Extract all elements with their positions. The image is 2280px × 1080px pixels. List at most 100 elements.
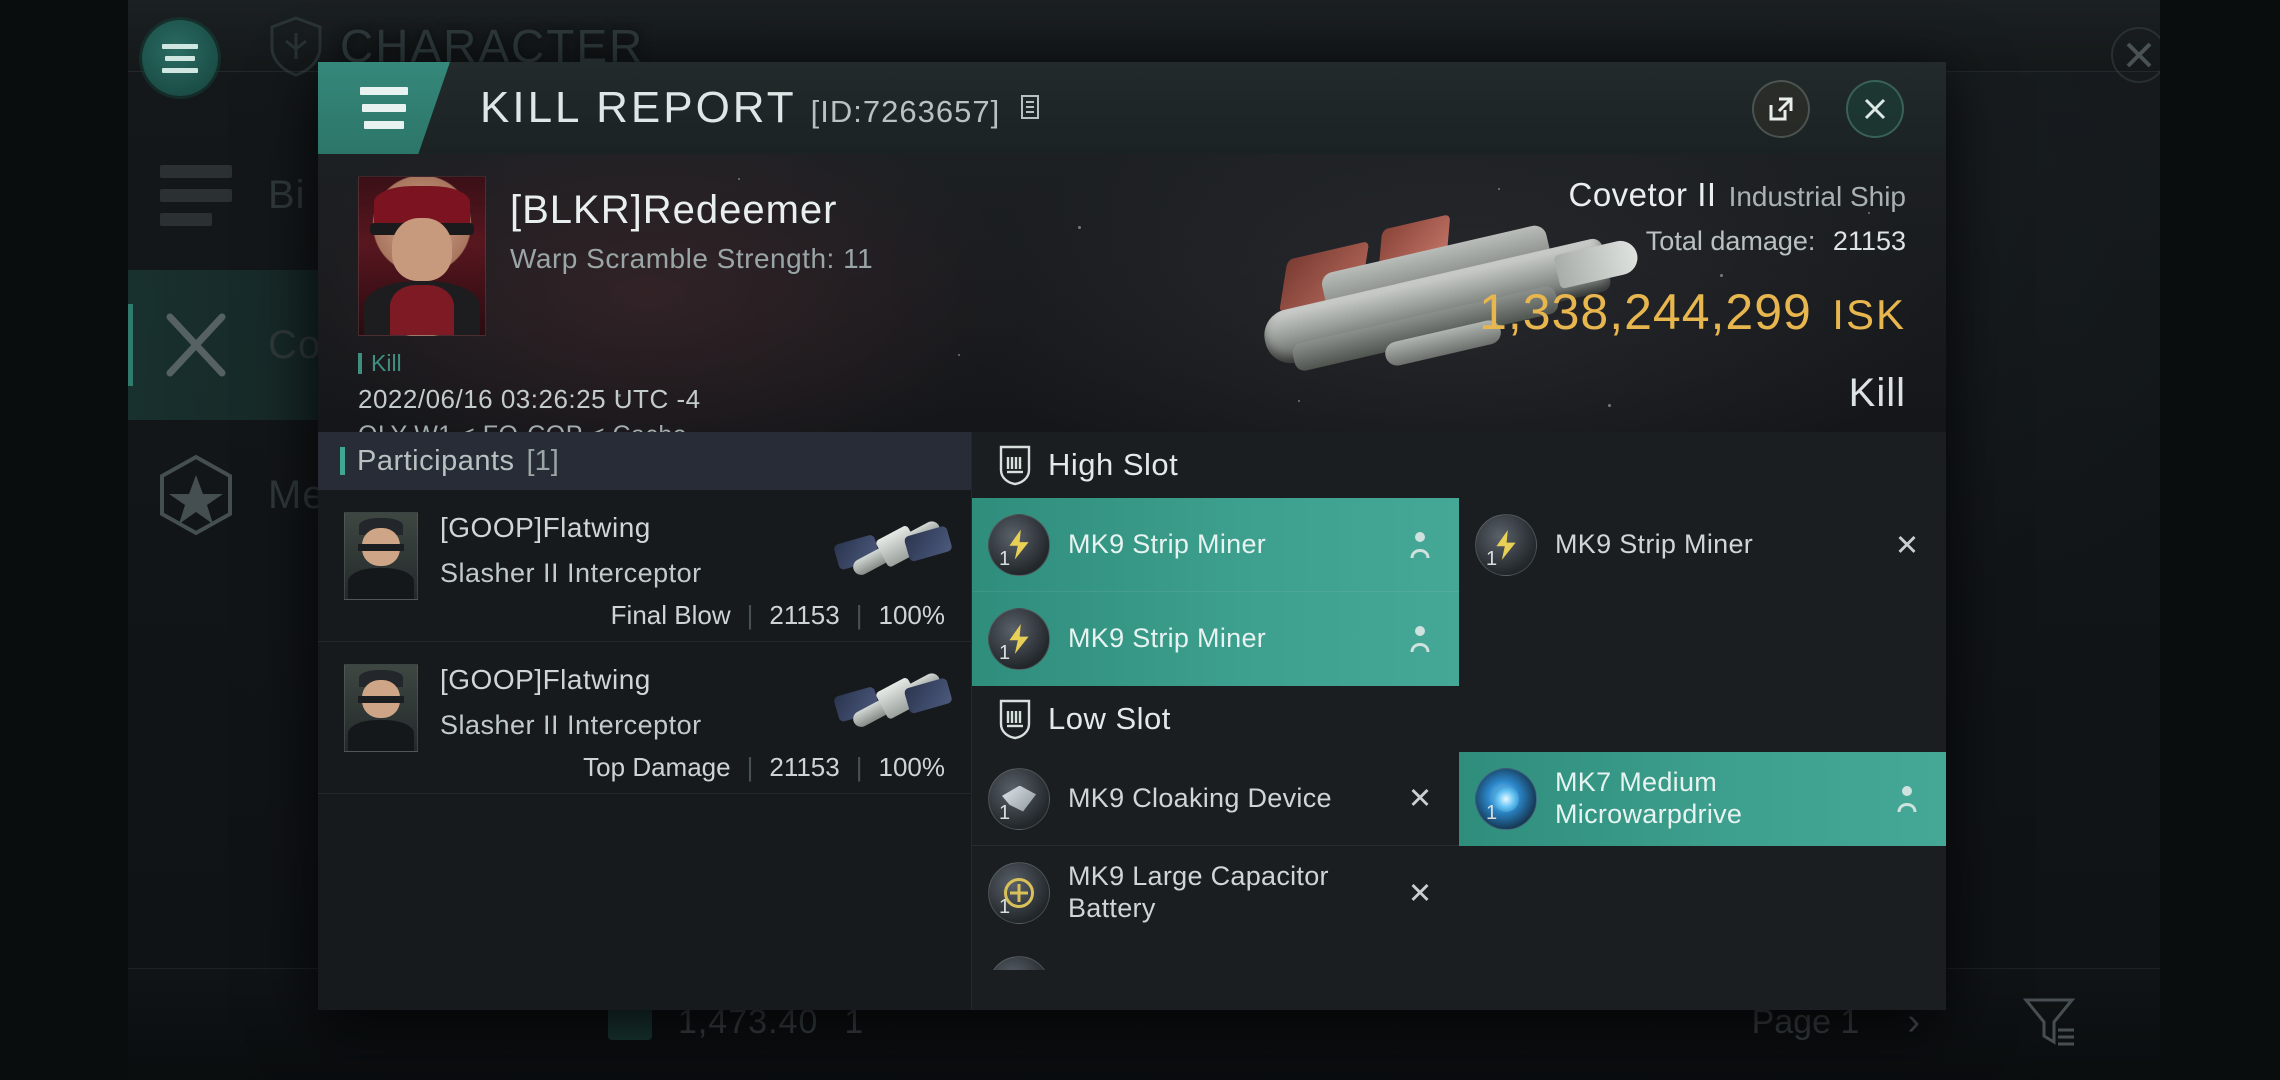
module-icon (988, 956, 1050, 970)
item-name: MK7 Medium Microwarpdrive (1555, 767, 1743, 829)
victim-banner: [BLKR]Redeemer Warp Scramble Strength: 1… (318, 154, 1946, 432)
app-root: CHARACTER Bi Co Me 1,473.40 1 Page 1 › K… (0, 0, 2280, 1080)
low-slot-title: Low Slot (1048, 701, 1171, 736)
kill-tag: Kill (358, 350, 701, 377)
person-icon (1403, 531, 1437, 559)
fitting-item[interactable]: 1 MK9 Large Capacitor Battery ✕ (972, 846, 1459, 940)
kill-timestamp: 2022/06/16 03:26:25 UTC -4 (358, 384, 701, 414)
victim-portrait (358, 176, 486, 336)
fitting-item[interactable]: 1 MK9 Strip Miner ✕ (1459, 498, 1946, 592)
modal-title-group: KILL REPORT [ID:7263657] (480, 83, 1042, 133)
microwarpdrive-icon: 1 (1475, 768, 1537, 830)
sidebar-item-label: Co (268, 322, 322, 367)
item-name: MK9 Strip Miner (1555, 529, 1754, 560)
stat-separator: | (855, 600, 863, 630)
background-right-gutter (2160, 0, 2280, 1080)
star-hexagon-icon (154, 453, 238, 537)
capacitor-battery-icon: 1 (988, 862, 1050, 924)
strip-miner-icon: 1 (1475, 514, 1537, 576)
isk-value: 1,338,244,299 (1479, 284, 1812, 340)
item-quantity: 1 (999, 896, 1011, 918)
victim-identity: [BLKR]Redeemer Warp Scramble Strength: 1… (358, 176, 873, 336)
overflow-left-column (972, 940, 1459, 970)
high-slot-title: High Slot (1048, 447, 1179, 482)
high-slot-right-column: 1 MK9 Strip Miner ✕ (1459, 498, 1946, 686)
modal-menu-button[interactable] (318, 62, 450, 154)
fitting-overflow-row (972, 940, 1946, 970)
fitting-panel: High Slot 1 MK9 Strip Miner 1 MK9 Strip … (972, 432, 1946, 1010)
stat-separator: | (855, 752, 863, 782)
cloaking-device-icon: 1 (988, 767, 1050, 830)
modal-header-actions (1752, 80, 1904, 138)
low-slot-header: Low Slot (972, 686, 1946, 752)
x-icon: ✕ (1894, 529, 1920, 562)
kill-report-id: [ID:7263657] (810, 94, 1001, 129)
participant-stats: Final Blow | 21153 | 100% (611, 600, 945, 631)
participant-percent: 100% (878, 600, 946, 630)
fitting-item-partial[interactable] (972, 940, 1459, 970)
strip-miner-icon: 1 (988, 608, 1050, 670)
person-icon (1890, 785, 1924, 813)
background-left-gutter (0, 0, 128, 1080)
high-slot-header: High Slot (972, 432, 1946, 498)
participant-damage: 21153 (769, 600, 840, 630)
high-slot-grid: 1 MK9 Strip Miner 1 MK9 Strip Miner 1 MK… (972, 498, 1946, 686)
table-row[interactable]: [GOOP]Flatwing Slasher II Interceptor Fi… (318, 490, 971, 642)
external-link-button[interactable] (1752, 80, 1810, 138)
victim-meta: Kill 2022/06/16 03:26:25 UTC -4 OLY-W1 <… (358, 350, 701, 432)
participants-title: Participants (357, 444, 515, 477)
sidebar-item-label: Me (268, 472, 326, 517)
low-slot-grid: 1 MK9 Cloaking Device ✕ 1 MK9 Large Capa… (972, 752, 1946, 940)
item-quantity: 1 (999, 642, 1011, 664)
item-name: MK9 Large Capacitor Battery (1068, 861, 1329, 923)
slot-badge-icon (998, 444, 1032, 486)
slot-badge-icon (998, 698, 1032, 740)
participants-panel: Participants [1] [GOOP]Flatwing Slasher … (318, 432, 972, 1010)
victim-ship-name: Covetor II (1568, 176, 1717, 213)
overflow-right-column (1459, 940, 1946, 970)
modal-header: KILL REPORT [ID:7263657] (318, 62, 1946, 154)
stat-separator: | (746, 600, 754, 630)
copy-icon[interactable] (1016, 92, 1042, 122)
fitting-item[interactable]: 1 MK9 Strip Miner (972, 592, 1459, 686)
item-name: MK9 Strip Miner (1068, 528, 1267, 559)
participant-percent: 100% (878, 752, 946, 782)
modal-title: KILL REPORT (480, 83, 797, 132)
fitting-item[interactable]: 1 MK9 Cloaking Device ✕ (972, 752, 1459, 846)
x-icon: ✕ (1407, 877, 1433, 910)
total-damage-value: 21153 (1832, 226, 1906, 256)
victim-ship-class: Industrial Ship (1728, 181, 1906, 212)
participant-damage: 21153 (769, 752, 840, 782)
item-quantity: 1 (1486, 802, 1498, 824)
kill-location: OLY-W1 < FQ-COP < Cache (358, 421, 701, 432)
fitting-item[interactable]: 1 MK7 Medium Microwarpdrive (1459, 752, 1946, 846)
x-icon: ✕ (1407, 783, 1433, 815)
stat-separator: | (746, 752, 754, 782)
table-row[interactable]: [GOOP]Flatwing Slasher II Interceptor To… (318, 642, 971, 794)
strip-miner-icon: 1 (988, 513, 1050, 576)
victim-summary: Covetor II Industrial Ship Total damage:… (1479, 176, 1906, 416)
low-slot-right-column: 1 MK7 Medium Microwarpdrive (1459, 752, 1946, 940)
item-name: MK9 Cloaking Device (1068, 782, 1332, 813)
participant-stat-label: Top Damage (583, 752, 731, 782)
item-quantity: 1 (1486, 548, 1498, 570)
avatar (344, 512, 418, 600)
isk-unit: ISK (1832, 291, 1906, 338)
background-menu-button[interactable] (142, 20, 218, 96)
shield-icon (268, 15, 324, 77)
filter-icon[interactable] (2018, 990, 2080, 1052)
item-name: MK9 Strip Miner (1068, 623, 1267, 654)
person-icon (1403, 625, 1437, 653)
kill-result: Kill (1848, 371, 1906, 415)
fitting-item[interactable]: 1 MK9 Strip Miner (972, 498, 1459, 592)
sidebar-item-label: Bi (268, 172, 306, 217)
participants-count: [1] (526, 444, 559, 477)
isk-icon (608, 1005, 652, 1040)
participant-stats: Top Damage | 21153 | 100% (583, 752, 945, 783)
victim-attribute: Warp Scramble Strength: 11 (510, 243, 874, 274)
modal-body: Participants [1] [GOOP]Flatwing Slasher … (318, 432, 1946, 1010)
hamburger-icon (154, 153, 238, 237)
participant-stat-label: Final Blow (610, 600, 731, 630)
close-button[interactable] (1846, 80, 1904, 138)
participants-header: Participants [1] (318, 432, 971, 490)
